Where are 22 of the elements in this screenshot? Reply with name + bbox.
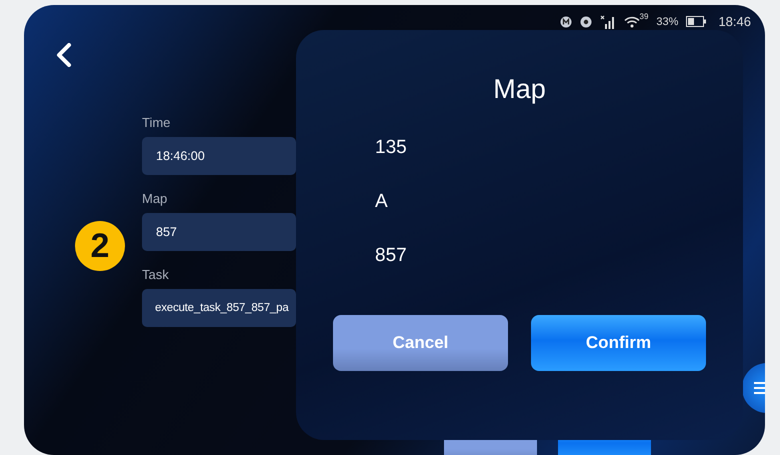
signal-icon (600, 14, 616, 28)
map-option[interactable]: A (375, 191, 388, 213)
back-icon[interactable] (56, 43, 72, 67)
step-badge: 2 (75, 221, 125, 271)
input-field[interactable]: execute_task_857_857_pa (142, 289, 296, 327)
input-field[interactable]: 18:46:00 (142, 137, 296, 175)
network-speed: 39 (640, 12, 648, 21)
status-time: 18:46 (718, 14, 751, 29)
notification-icon (560, 16, 572, 28)
input-field[interactable]: 857 (142, 213, 296, 251)
wifi-icon (624, 16, 640, 28)
battery-percent: 33% (656, 16, 678, 28)
record-icon (580, 16, 592, 28)
map-option[interactable]: 857 (375, 245, 407, 267)
field-label: Time (142, 115, 170, 130)
dialog-title: Map (492, 74, 547, 105)
field-label: Task (142, 267, 169, 282)
battery-icon (686, 16, 706, 27)
menu-icon (754, 382, 765, 394)
field-label: Map (142, 191, 168, 206)
confirm-button[interactable]: Confirm (531, 315, 706, 371)
map-option[interactable]: 135 (375, 137, 407, 159)
